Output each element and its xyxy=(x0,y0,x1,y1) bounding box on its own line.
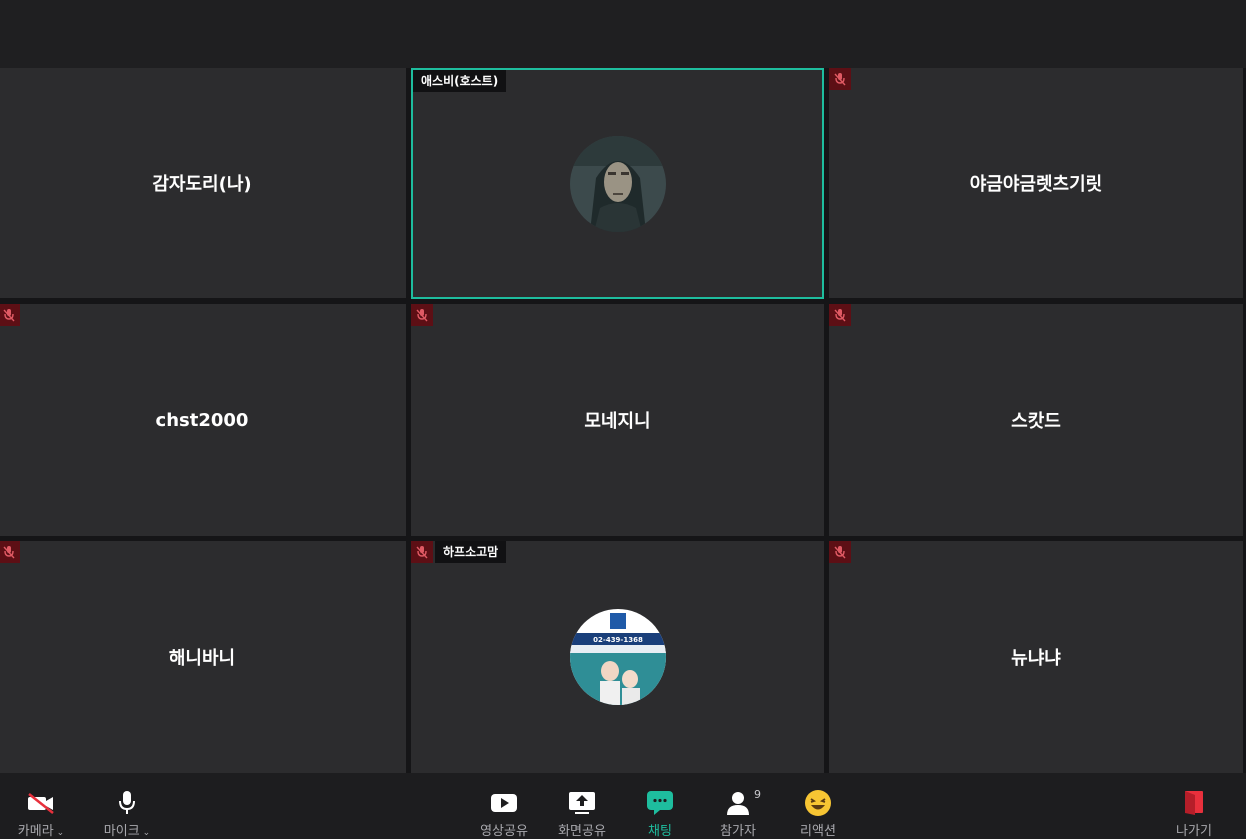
participant-tile[interactable]: 스캇드 xyxy=(829,304,1243,536)
laughing-emoji-icon xyxy=(804,788,832,817)
host-avatar xyxy=(569,135,666,232)
mic-label: 마이크 xyxy=(103,824,140,839)
exit-door-icon xyxy=(1183,788,1205,817)
leave-button[interactable]: 나가기 xyxy=(1165,773,1223,839)
participant-name: 스캇드 xyxy=(1011,411,1061,432)
microphone-icon xyxy=(117,788,137,817)
chevron-down-icon[interactable]: ⌄ xyxy=(57,828,65,838)
participant-tile-self[interactable]: 감자도리(나) xyxy=(0,68,406,298)
meeting-toolbar: 카메라 ⌄ 마이크 ⌄ 영상공유 화면공유 채팅 9 참가자 리액션 나가기 xyxy=(0,773,1246,839)
participants-count-badge: 9 xyxy=(754,788,761,801)
participants-button[interactable]: 9 참가자 xyxy=(708,773,768,839)
camera-label: 카메라 xyxy=(17,824,54,839)
mic-muted-icon xyxy=(411,304,433,326)
participant-name: chst2000 xyxy=(155,409,249,431)
participant-name: 해니바니 xyxy=(168,648,236,669)
mic-muted-icon xyxy=(0,304,20,326)
participant-name-tag: 애스비(호스트) xyxy=(413,70,507,92)
top-bar xyxy=(0,0,1246,68)
video-grid: 감자도리(나) 애스비(호스트) 야금야금렛츠기릿 chst2000 모네지니 … xyxy=(0,68,1246,773)
participant-name: 감자도리(나) xyxy=(152,174,252,195)
participant-name: 모네지니 xyxy=(584,411,651,432)
mic-muted-icon xyxy=(0,541,20,563)
chat-label: 채팅 xyxy=(648,824,672,839)
person-icon: 9 xyxy=(725,788,761,817)
participant-name-tag: 하프소고맘 xyxy=(435,541,507,563)
video-share-button[interactable]: 영상공유 xyxy=(472,773,536,839)
reaction-button[interactable]: 리액션 xyxy=(788,773,848,839)
participant-tile[interactable]: 뉴냐냐 xyxy=(829,541,1243,773)
chat-button[interactable]: 채팅 xyxy=(630,773,690,839)
participant-tile[interactable]: 해니바니 xyxy=(0,541,406,773)
play-video-icon xyxy=(490,788,518,817)
screen-share-button[interactable]: 화면공유 xyxy=(550,773,614,839)
leave-label: 나가기 xyxy=(1176,824,1212,839)
participant-tile-host[interactable]: 애스비(호스트) xyxy=(411,68,824,299)
camera-button[interactable]: 카메라 ⌄ xyxy=(8,773,74,839)
participants-label: 참가자 xyxy=(720,824,756,839)
participant-tile[interactable]: 하프소고맘 02-439-1368 xyxy=(411,541,824,773)
mic-muted-icon xyxy=(411,541,433,563)
mic-button[interactable]: 마이크 ⌄ xyxy=(94,773,160,839)
participant-tile[interactable]: chst2000 xyxy=(0,304,406,536)
participant-name: 야금야금렛츠기릿 xyxy=(969,174,1103,195)
screen-share-icon xyxy=(568,788,596,817)
screen-share-label: 화면공유 xyxy=(558,824,606,839)
participant-tile[interactable]: 모네지니 xyxy=(411,304,824,536)
camera-off-icon xyxy=(26,788,56,817)
mic-muted-icon xyxy=(829,68,851,90)
participant-avatar: 02-439-1368 xyxy=(569,609,666,705)
mic-muted-icon xyxy=(829,304,851,326)
participant-tile[interactable]: 야금야금렛츠기릿 xyxy=(829,68,1243,298)
participant-name: 뉴냐냐 xyxy=(1011,648,1061,669)
chevron-down-icon[interactable]: ⌄ xyxy=(143,828,151,838)
reaction-label: 리액션 xyxy=(800,824,836,839)
chat-icon xyxy=(646,788,674,817)
mic-muted-icon xyxy=(829,541,851,563)
ad-phone-text: 02-439-1368 xyxy=(593,636,643,644)
video-share-label: 영상공유 xyxy=(480,824,528,839)
